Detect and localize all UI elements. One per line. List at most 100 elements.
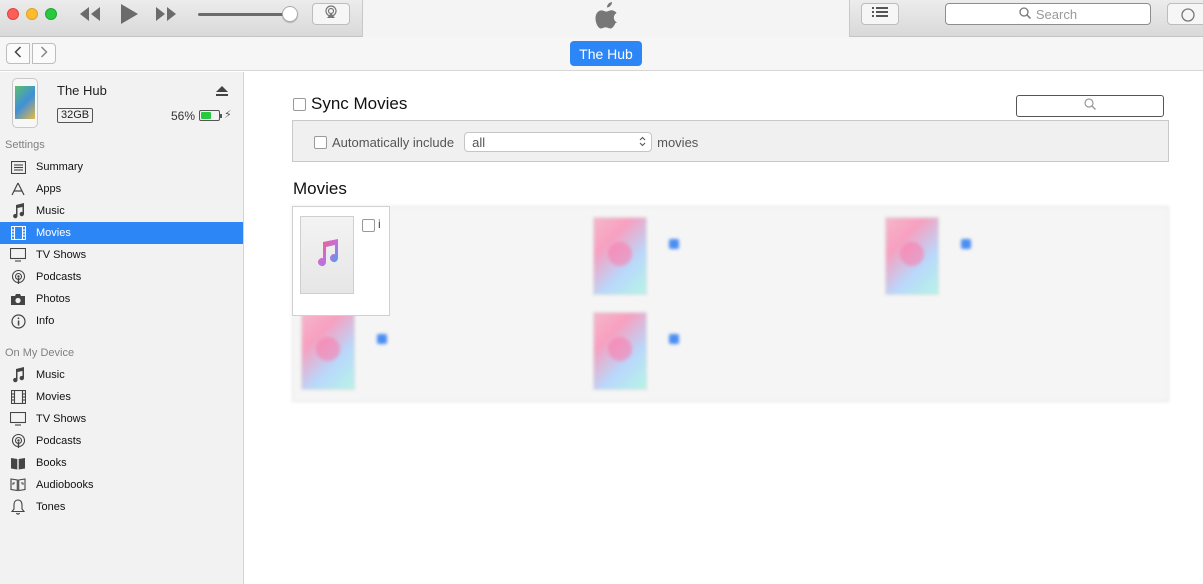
capacity-badge: 32GB [57,108,94,123]
charging-bolt-icon: ⚡ [224,109,232,121]
camera-icon [0,293,36,306]
info-icon [0,313,36,329]
auto-include-panel: Automatically include all movies [292,120,1169,162]
on-my-device-header: On My Device [5,347,75,359]
movie-tile-first[interactable]: i [292,206,390,316]
book-icon [0,457,36,470]
auto-include-suffix: movies [657,134,699,150]
movie-artwork [300,216,354,294]
auto-include-checkbox[interactable] [314,135,327,149]
sidebar-item-tv-shows[interactable]: TV Shows [0,244,243,266]
volume-knob[interactable] [282,6,298,22]
tv-icon [0,248,36,262]
sidebar-item-label: Apps [36,183,62,195]
status-display [362,0,850,37]
auto-include-value: all [472,134,486,150]
apps-icon [0,182,36,196]
sidebar-item-label: Movies [36,391,71,403]
device-item-tones[interactable]: Tones [0,496,243,518]
sidebar-item-label: Movies [36,227,71,239]
movie-grid [292,206,1169,402]
device-name: The Hub [57,83,107,98]
airplay-button[interactable] [312,3,350,25]
device-item-music[interactable]: Music [0,364,243,386]
device-item-books[interactable]: Books [0,452,243,474]
search-icon [1084,97,1096,115]
main-content: Sync Movies Automatically include all mo… [244,72,1203,584]
movie-title-fragment: i [378,217,381,231]
audiobook-icon [0,478,36,492]
list-icon [0,160,36,174]
auto-include-select[interactable]: all [464,132,653,152]
sidebar-item-label: Books [36,457,67,469]
movie-artwork [593,312,647,390]
music-note-icon [0,203,36,219]
podcast-icon [0,269,36,285]
device-button[interactable]: The Hub [570,41,642,66]
sidebar-item-label: Music [36,369,65,381]
sidebar-item-music[interactable]: Music [0,200,243,222]
music-note-icon [0,367,36,383]
sidebar-item-label: Podcasts [36,435,82,447]
zoom-window-button[interactable] [45,8,57,20]
movie-artwork [593,217,647,295]
sidebar: The Hub 32GB 56% ⚡ Settings Summary Apps M… [0,72,244,584]
airplay-icon [323,4,339,24]
music-note-icon [314,238,340,272]
podcast-icon [0,433,36,449]
movie-tile[interactable] [585,302,875,397]
sidebar-item-photos[interactable]: Photos [0,288,243,310]
sidebar-item-apps[interactable]: Apps [0,178,243,200]
title-bar: Search [0,0,1203,37]
movie-tile[interactable] [585,207,875,302]
search-icon [1019,6,1031,22]
device-item-tv-shows[interactable]: TV Shows [0,408,243,430]
sidebar-item-movies[interactable]: Movies [0,222,243,244]
sidebar-item-label: Tones [36,501,66,513]
minimize-window-button[interactable] [26,8,38,20]
device-item-movies[interactable]: Movies [0,386,243,408]
back-button[interactable] [6,43,30,64]
device-item-podcasts[interactable]: Podcasts [0,430,243,452]
movie-artwork [301,312,355,390]
up-next-button[interactable] [861,3,899,25]
navigation-bar: The Hub [0,37,1203,71]
volume-slider[interactable] [198,13,290,16]
sync-movies-label[interactable]: Sync Movies [311,94,407,114]
sidebar-item-label: Summary [36,161,84,173]
movie-search-field[interactable] [1016,95,1164,117]
iphone-icon [12,78,38,128]
sidebar-item-podcasts[interactable]: Podcasts [0,266,243,288]
tv-icon [0,412,36,426]
close-window-button[interactable] [7,8,19,20]
sidebar-item-label: Audiobooks [36,479,94,491]
forward-button[interactable] [32,43,56,64]
sidebar-item-label: TV Shows [36,249,87,261]
search-field[interactable]: Search [945,3,1151,25]
movie-tile[interactable] [877,207,1167,302]
eject-icon[interactable] [216,84,228,102]
activity-icon [1180,7,1196,28]
chevron-left-icon [14,45,22,63]
play-icon[interactable] [118,2,140,31]
auto-include-label[interactable]: Automatically include [332,135,454,150]
sidebar-item-summary[interactable]: Summary [0,156,243,178]
sidebar-item-info[interactable]: Info [0,310,243,332]
device-item-audiobooks[interactable]: Audiobooks [0,474,243,496]
fast-forward-icon[interactable] [154,5,178,28]
sync-movies-checkbox[interactable] [293,97,306,111]
film-icon [0,390,36,404]
apple-logo-icon [594,1,620,36]
battery-percentage: 56% [171,109,196,123]
movie-tile[interactable] [293,302,583,397]
movie-artwork [885,217,939,295]
sidebar-item-label: Info [36,315,55,327]
film-icon [0,226,36,240]
updown-chevron-icon [639,135,646,150]
movies-heading: Movies [293,179,347,198]
battery-icon [199,110,222,121]
search-placeholder: Search [1035,6,1078,22]
rewind-icon[interactable] [78,5,102,28]
movie-checkbox[interactable] [362,219,375,232]
activity-button[interactable] [1167,3,1203,25]
